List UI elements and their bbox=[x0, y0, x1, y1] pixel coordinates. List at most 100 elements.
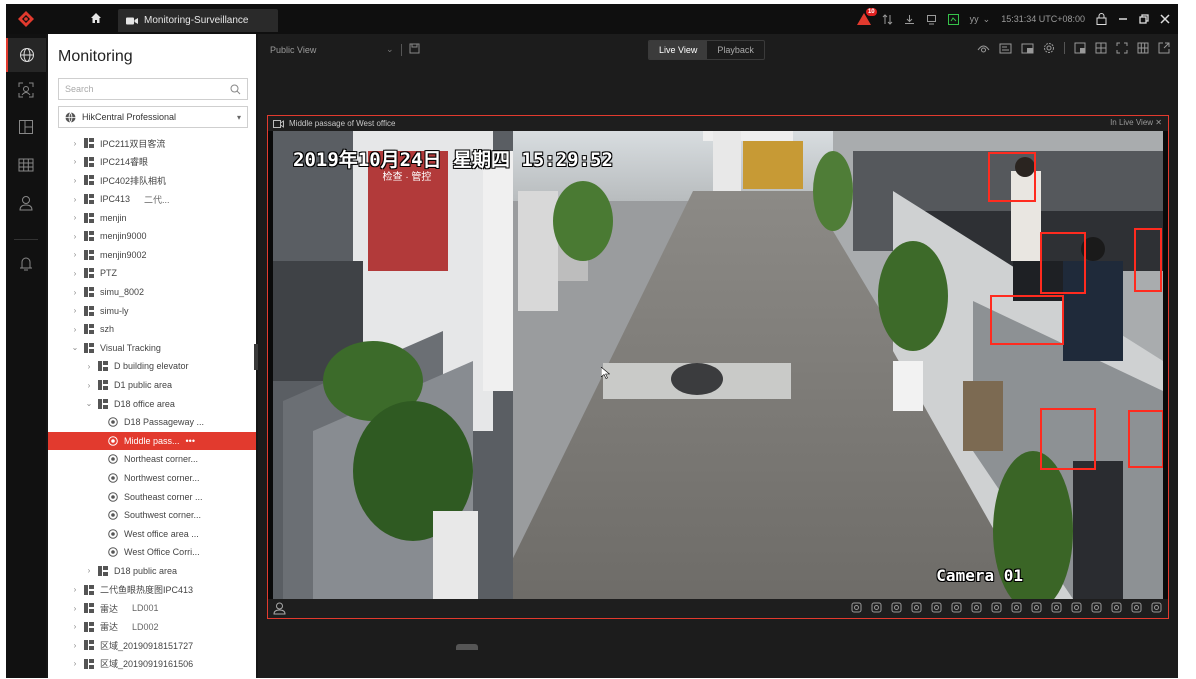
rail-alarm[interactable] bbox=[6, 246, 46, 280]
chevron-right-icon[interactable]: › bbox=[70, 659, 80, 668]
transfer-icon[interactable] bbox=[882, 13, 893, 25]
tree-folder-item[interactable]: ⌄ D18 office area bbox=[48, 394, 256, 413]
tree-folder-item[interactable]: › PTZ bbox=[48, 264, 256, 283]
chevron-down-icon[interactable]: ⌄ bbox=[386, 44, 394, 55]
video-window[interactable]: Middle passage of West office In Live Vi… bbox=[267, 115, 1169, 619]
chevron-right-icon[interactable]: › bbox=[70, 604, 80, 613]
more-icon[interactable] bbox=[1151, 602, 1162, 613]
rail-grid[interactable] bbox=[6, 148, 46, 182]
tree-folder-item[interactable]: › menjin9002 bbox=[48, 246, 256, 265]
tree-folder-item[interactable]: › IPC402排队相机 bbox=[48, 171, 256, 190]
rail-monitoring[interactable] bbox=[6, 38, 46, 72]
chevron-right-icon[interactable]: › bbox=[70, 288, 80, 297]
chevron-right-icon[interactable]: › bbox=[70, 157, 80, 166]
zoom-icon[interactable] bbox=[951, 602, 962, 613]
tree-folder-item[interactable]: › IPC214睿眼 bbox=[48, 153, 256, 172]
video-feed[interactable]: 2019年10月24日 星期四 15:29:52 检查 · 管控 Camera … bbox=[273, 131, 1163, 599]
alarm-icon[interactable] bbox=[1091, 602, 1102, 613]
tree-folder-item[interactable]: › D1 public area bbox=[48, 376, 256, 395]
chevron-right-icon[interactable]: › bbox=[70, 139, 80, 148]
tree-camera-item[interactable]: D18 Passageway ... bbox=[48, 413, 256, 432]
site-selector[interactable]: HikCentral Professional ▾ bbox=[58, 106, 248, 128]
chevron-right-icon[interactable]: › bbox=[70, 325, 80, 334]
rail-person[interactable] bbox=[6, 186, 46, 220]
alarm-warning-icon[interactable]: 10 bbox=[856, 8, 877, 25]
tree-folder-item[interactable]: › simu_8002 bbox=[48, 283, 256, 302]
chevron-right-icon[interactable]: › bbox=[70, 213, 80, 222]
rail-face-recognition[interactable] bbox=[6, 73, 46, 107]
person-search-icon[interactable] bbox=[971, 602, 982, 613]
tree-camera-item[interactable]: Southwest corner... bbox=[48, 506, 256, 525]
layout-1-icon[interactable] bbox=[1074, 42, 1086, 54]
chevron-right-icon[interactable]: › bbox=[84, 362, 94, 371]
person-search-icon[interactable] bbox=[273, 602, 286, 615]
chevron-right-icon[interactable]: › bbox=[70, 195, 80, 204]
green-status-icon[interactable] bbox=[947, 13, 959, 25]
tree-folder-item[interactable]: › D18 public area bbox=[48, 562, 256, 581]
view-name[interactable]: Public View bbox=[270, 45, 316, 55]
chevron-right-icon[interactable]: › bbox=[70, 585, 80, 594]
chevron-right-icon[interactable]: › bbox=[84, 381, 94, 390]
tree-folder-item[interactable]: › menjin9000 bbox=[48, 227, 256, 246]
chevron-right-icon[interactable]: › bbox=[70, 306, 80, 315]
minimize-icon[interactable] bbox=[1118, 14, 1128, 24]
layout-grid-icon[interactable] bbox=[1137, 42, 1149, 54]
search-input[interactable]: Search bbox=[58, 78, 248, 100]
rail-layout[interactable] bbox=[6, 110, 46, 144]
audio-icon[interactable] bbox=[1111, 602, 1122, 613]
record-icon[interactable] bbox=[891, 602, 902, 613]
print-icon[interactable] bbox=[871, 602, 882, 613]
snapshot-icon[interactable] bbox=[851, 602, 862, 613]
close-icon[interactable] bbox=[1160, 14, 1170, 24]
close-video-icon[interactable]: ✕ bbox=[1155, 118, 1162, 127]
tree-folder-item[interactable]: ⌄ Visual Tracking bbox=[48, 339, 256, 358]
tree-camera-item[interactable]: Northwest corner... bbox=[48, 469, 256, 488]
chevron-down-icon[interactable]: ⌄ bbox=[84, 399, 94, 408]
tree-camera-item[interactable]: West office area ... bbox=[48, 524, 256, 543]
tree-folder-item[interactable]: › 区域_20190919161506 bbox=[48, 655, 256, 674]
chevron-right-icon[interactable]: › bbox=[70, 622, 80, 631]
tree-folder-item[interactable]: › IPC211双目客流 bbox=[48, 134, 256, 153]
capture-icon[interactable] bbox=[977, 43, 990, 54]
tree-folder-item[interactable]: › szh bbox=[48, 320, 256, 339]
chevron-right-icon[interactable]: › bbox=[70, 250, 80, 259]
mic-icon[interactable] bbox=[931, 602, 942, 613]
tree-folder-item[interactable]: › simu-ly bbox=[48, 301, 256, 320]
restore-icon[interactable] bbox=[1139, 14, 1149, 24]
tree-camera-item[interactable]: Southeast corner ... bbox=[48, 487, 256, 506]
bottom-panel-handle[interactable] bbox=[456, 644, 478, 650]
layout-4-icon[interactable] bbox=[1095, 42, 1107, 54]
tree-camera-item[interactable]: West Office Corri... bbox=[48, 543, 256, 562]
tree-camera-item[interactable]: Middle pass... ••• bbox=[48, 431, 256, 451]
search-icon[interactable] bbox=[230, 84, 241, 95]
image-icon[interactable] bbox=[1011, 602, 1022, 613]
window-icon[interactable] bbox=[1021, 43, 1034, 54]
save-icon[interactable] bbox=[409, 43, 420, 54]
playback-icon[interactable] bbox=[911, 602, 922, 613]
settings-icon[interactable] bbox=[1043, 42, 1055, 54]
tab-monitoring-surveillance[interactable]: Monitoring-Surveillance bbox=[118, 9, 278, 32]
ptz-icon[interactable] bbox=[1051, 602, 1062, 613]
popout-icon[interactable] bbox=[1158, 42, 1170, 54]
lock-icon[interactable] bbox=[1096, 13, 1107, 25]
tree-folder-item[interactable]: › IPC413 二代... bbox=[48, 190, 256, 209]
tree-camera-item[interactable]: Northeast corner... bbox=[48, 450, 256, 469]
tree-folder-item[interactable]: › 雷达 LD002 bbox=[48, 617, 256, 636]
layout-icon[interactable] bbox=[1071, 602, 1082, 613]
lock-screen-icon[interactable] bbox=[926, 14, 937, 25]
face-icon[interactable] bbox=[1031, 602, 1042, 613]
bookmark-icon[interactable] bbox=[1131, 602, 1142, 613]
record-icon[interactable] bbox=[999, 43, 1012, 54]
tree-folder-item[interactable]: › 二代鱼眼热度图IPC413 bbox=[48, 580, 256, 599]
user-menu[interactable]: yy ⌄ bbox=[970, 14, 991, 25]
tree-folder-item[interactable]: › menjin bbox=[48, 208, 256, 227]
tab-live-view[interactable]: Live View bbox=[649, 41, 708, 59]
home-icon[interactable] bbox=[90, 12, 102, 24]
download-icon[interactable] bbox=[904, 14, 915, 25]
chevron-right-icon[interactable]: › bbox=[70, 269, 80, 278]
tree-folder-item[interactable]: › 区域_20190918151727 bbox=[48, 636, 256, 655]
chevron-down-icon[interactable]: ⌄ bbox=[70, 343, 80, 352]
chevron-right-icon[interactable]: › bbox=[70, 641, 80, 650]
tree-folder-item[interactable]: › D building elevator bbox=[48, 357, 256, 376]
more-options-icon[interactable]: ••• bbox=[186, 436, 195, 446]
